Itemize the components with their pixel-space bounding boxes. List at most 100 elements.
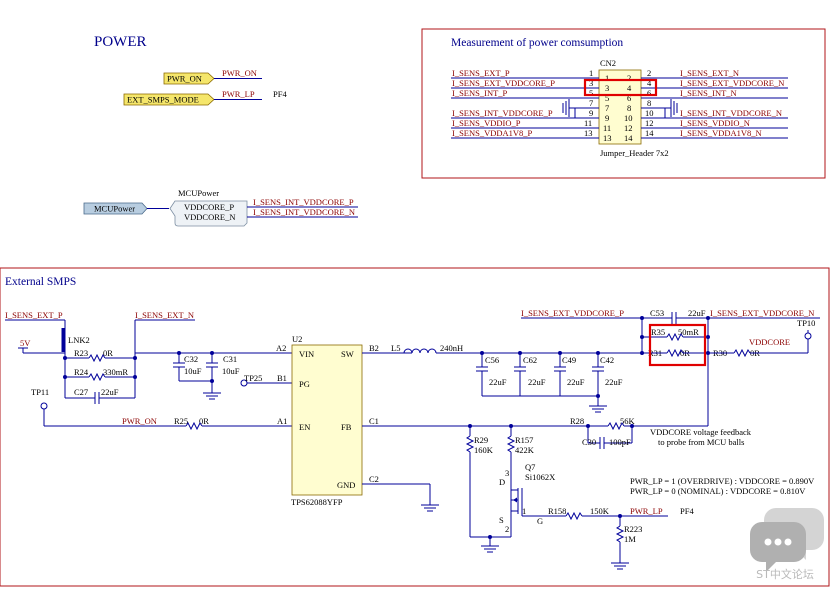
svg-text:2: 2 [627,73,631,83]
cn2-value: Jumper_Header 7x2 [600,148,669,158]
tp10-ref: TP10 [797,318,815,328]
tp10-testpoint[interactable] [804,332,812,340]
ext-smps-mode-port[interactable]: EXT_SMPS_MODE [123,93,215,106]
svg-text:S: S [499,515,504,525]
net-ext-vddcore-n: I_SENS_EXT_VDDCORE_N [710,308,814,318]
svg-text:1: 1 [605,73,609,83]
svg-text:1: 1 [589,68,593,78]
c53-ref: C53 [650,308,664,318]
svg-text:VIN: VIN [299,349,314,359]
svg-text:I_SENS_INT_P: I_SENS_INT_P [452,88,508,98]
r29-value: 160K [474,445,494,455]
q7-part: Si1062X [525,472,555,482]
svg-text:10: 10 [624,113,633,123]
r158-value: 150K [590,506,610,516]
svg-text:3: 3 [505,468,509,478]
c32-ref: C32 [184,354,198,364]
svg-text:11: 11 [603,123,611,133]
svg-text:1: 1 [522,506,526,516]
tp11-ref: TP11 [31,387,49,397]
svg-text:GND: GND [337,480,355,490]
svg-text:10: 10 [645,108,654,118]
c62-ref: C62 [523,355,537,365]
svg-text:6: 6 [647,88,651,98]
net-ext-vddcore-p: I_SENS_EXT_VDDCORE_P [521,308,624,318]
r25-resistor [185,421,203,431]
net-5v: 5V [20,338,31,348]
r35-ref: R35 [651,327,665,337]
ground-icon [611,562,629,570]
lnk2-ref: LNK2 [68,335,90,345]
r223-ref: R223 [624,524,642,534]
smps-title: External SMPS [5,276,76,288]
svg-text:2: 2 [505,524,509,534]
mcupower-block-title: MCUPower [178,188,219,198]
svg-text:A1: A1 [277,416,287,426]
r157-value: 422K [515,445,535,455]
svg-text:8: 8 [647,98,651,108]
c31-ref: C31 [223,354,237,364]
mode-overdrive: PWR_LP = 1 (OVERDRIVE) : VDDCORE = 0.890… [630,476,815,486]
mode-nominal: PWR_LP = 0 (NOMINAL) : VDDCORE = 0.810V [630,486,806,496]
net-sens-ext-n: I_SENS_EXT_N [135,310,194,320]
c42-ref: C42 [600,355,614,365]
r29-resistor [465,435,475,453]
c27-ref: C27 [74,387,88,397]
l5-value: 240nH [440,343,463,353]
svg-text:I_SENS_INT_VDDCORE_N: I_SENS_INT_VDDCORE_N [680,108,782,118]
c42-value: 22uF [605,377,623,387]
c53-value: 22uF [688,308,706,318]
svg-text:I_SENS_INT_VDDCORE_P: I_SENS_INT_VDDCORE_P [452,108,553,118]
svg-text:I_SENS_EXT_P: I_SENS_EXT_P [452,68,510,78]
r25-ref: R25 [174,416,188,426]
c30-ref: C30 [582,437,596,447]
mcu-pin-vddcore-n: VDDCORE_N [184,212,235,222]
svg-text:I_SENS_VDDA1V8_N: I_SENS_VDDA1V8_N [680,128,762,138]
ground-icon [421,504,439,512]
tp11-testpoint[interactable] [40,402,48,410]
feedback-note-1: VDDCORE voltage feedback [650,427,752,437]
ground-icon [481,545,499,553]
svg-text:8: 8 [627,103,631,113]
mcupower-port[interactable]: MCUPower [83,202,148,215]
r23-resistor [88,353,106,363]
u2-ic [291,344,363,496]
r24-resistor [88,372,106,382]
c27-value: 22uF [101,387,119,397]
pwr-lp-net: PWR_LP [222,89,255,99]
net-sens-ext-p: I_SENS_EXT_P [5,310,63,320]
c31-value: 10uF [222,366,240,376]
measurement-title: Measurement of power comsumption [451,37,623,49]
svg-text:PG: PG [299,379,310,389]
r35-resistor [666,332,684,342]
r24-ref: R24 [74,367,89,377]
watermark-text: ST中文论坛 [756,568,814,581]
r223-value: 1M [624,534,636,544]
net-pwr-on: PWR_ON [122,416,157,426]
svg-text:I_SENS_EXT_N: I_SENS_EXT_N [680,68,739,78]
pwr-on-port[interactable]: PWR_ON [163,72,215,85]
mcu-pin-vddcore-p: VDDCORE_P [184,202,234,212]
u2-part: TPS62088YFP [291,497,343,507]
svg-text:B1: B1 [277,373,287,383]
r23-ref: R23 [74,348,88,358]
l5-ref: L5 [391,343,400,353]
svg-text:EN: EN [299,422,310,432]
svg-text:13: 13 [584,128,593,138]
svg-text:7: 7 [605,103,609,113]
c49-value: 22uF [567,377,585,387]
c32-value: 10uF [184,366,202,376]
svg-text:B2: B2 [369,343,379,353]
svg-text:A2: A2 [276,343,286,353]
feedback-note-2: to probe from MCU balls [658,437,744,447]
pwr-on-net: PWR_ON [222,68,257,78]
tp25-ref: TP25 [244,373,262,383]
svg-text:I_SENS_EXT_VDDCORE_P: I_SENS_EXT_VDDCORE_P [452,78,555,88]
net-pf4: PF4 [680,506,694,516]
c56-ref: C56 [485,355,499,365]
r158-resistor [565,511,583,521]
svg-text:I_SENS_VDDA1V8_P: I_SENS_VDDA1V8_P [452,128,533,138]
svg-text:14: 14 [645,128,654,138]
schematic-canvas: POWER PWR_ON PWR_ON EXT_SMPS_MODE PWR_LP… [0,28,830,587]
c49-ref: C49 [562,355,576,365]
